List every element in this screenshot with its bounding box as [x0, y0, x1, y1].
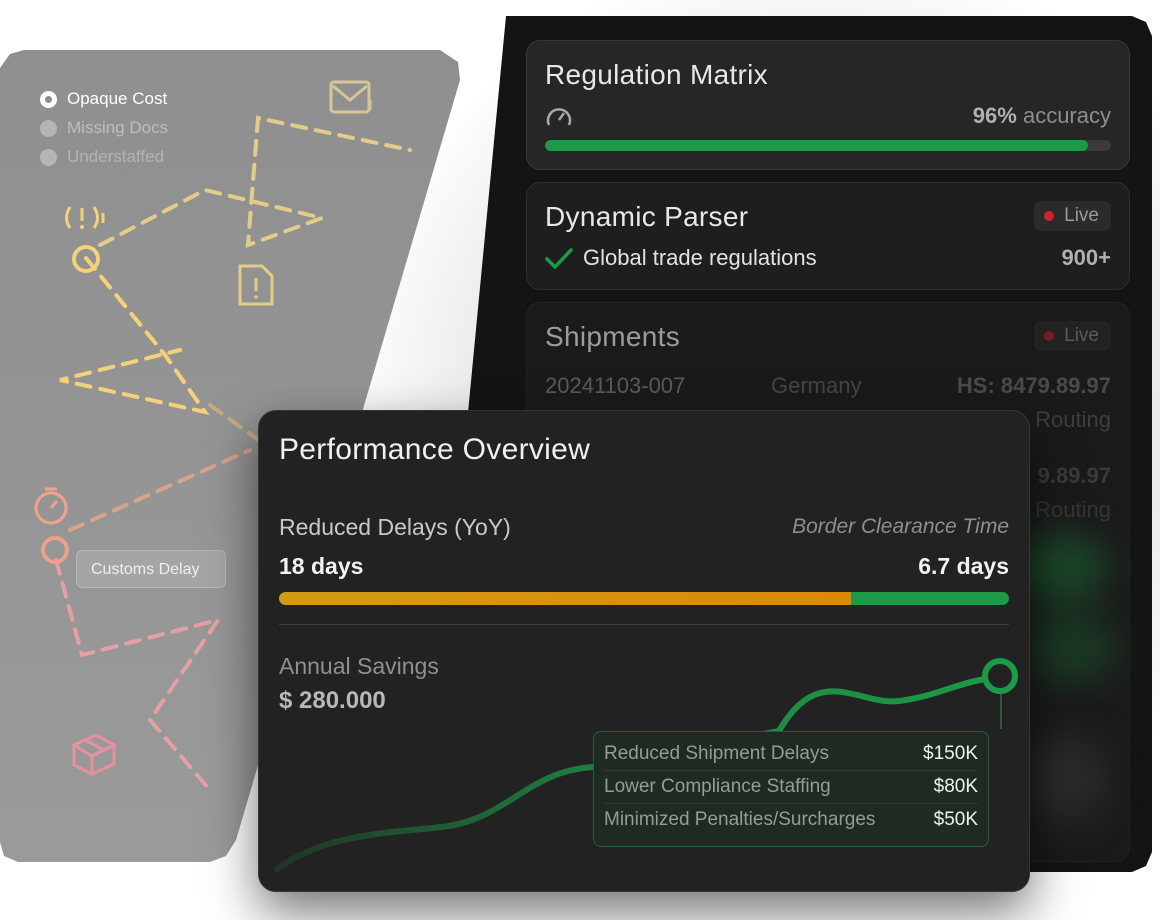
savings-breakdown: Reduced Shipment Delays $150K Lower Compl…: [593, 731, 989, 847]
shipment-hs-code: 9.89.97: [1037, 463, 1111, 488]
shipment-country: Germany: [771, 373, 862, 398]
live-dot-icon: [1044, 211, 1055, 221]
option-label: Opaque Cost: [67, 89, 168, 108]
breakdown-row: Minimized Penalties/Surcharges $50K: [604, 804, 978, 836]
live-dot-icon: [1044, 331, 1055, 341]
document-alert-icon: [238, 264, 274, 306]
radio-selected-icon: [40, 90, 57, 108]
live-label: Live: [1064, 325, 1099, 346]
option-label: Missing Docs: [67, 118, 169, 137]
accuracy-suffix: accuracy: [1022, 103, 1111, 128]
performance-overview-card[interactable]: Performance Overview Reduced Delays (YoY…: [258, 410, 1030, 892]
option-understaffed[interactable]: Understaffed: [40, 147, 164, 167]
glow: [1027, 733, 1107, 823]
breakdown-value: $50K: [933, 809, 978, 830]
option-opaque-cost[interactable]: Opaque Cost: [40, 89, 167, 109]
shipment-id: 20241103-007: [545, 373, 686, 398]
regulations-label: Global trade regulations: [583, 245, 817, 270]
stopwatch-icon: [34, 487, 68, 525]
live-badge: Live: [1034, 201, 1111, 231]
shipment-routing: Routing: [1035, 497, 1111, 522]
breakdown-label: Lower Compliance Staffing: [604, 776, 831, 797]
card-title: Shipments: [545, 321, 680, 352]
chart-endpoint-marker: [982, 658, 1018, 694]
radio-icon: [40, 119, 57, 137]
accuracy-value: 96%: [972, 103, 1017, 128]
customs-delay-chip: Customs Delay: [76, 550, 226, 588]
radio-icon: [40, 148, 57, 166]
regulation-matrix-card[interactable]: Regulation Matrix 96% accuracy: [526, 40, 1130, 170]
breakdown-label: Minimized Penalties/Surcharges: [604, 809, 876, 830]
option-label: Understaffed: [67, 147, 165, 166]
accuracy-progress-bar: [545, 140, 1111, 151]
shipment-routing: Routing: [1035, 407, 1111, 432]
glow: [1027, 613, 1117, 683]
breakdown-label: Reduced Shipment Delays: [604, 743, 829, 764]
gauge-icon: [546, 108, 572, 126]
glow: [1017, 533, 1107, 603]
shipment-hs-code: HS: 8479.89.97: [956, 373, 1111, 398]
breakdown-value: $150K: [923, 743, 978, 764]
card-title: Dynamic Parser: [545, 201, 749, 232]
regulations-count: 900+: [1061, 245, 1111, 270]
mail-alert-icon: [329, 80, 372, 114]
accuracy-readout: 96% accuracy: [973, 103, 1111, 129]
live-label: Live: [1064, 205, 1099, 226]
breakdown-row: Reduced Shipment Delays $150K: [604, 738, 978, 771]
alert-icon: [65, 206, 105, 229]
breakdown-row: Lower Compliance Staffing $80K: [604, 771, 978, 804]
package-icon: [70, 733, 118, 777]
dynamic-parser-card[interactable]: Dynamic Parser Live Global trade regulat…: [526, 182, 1130, 290]
accuracy-progress-fill: [545, 140, 1089, 151]
live-badge: Live: [1034, 321, 1111, 351]
card-title: Regulation Matrix: [545, 59, 768, 90]
breakdown-value: $80K: [933, 776, 978, 797]
check-icon: [545, 248, 573, 269]
option-missing-docs[interactable]: Missing Docs: [40, 118, 168, 138]
